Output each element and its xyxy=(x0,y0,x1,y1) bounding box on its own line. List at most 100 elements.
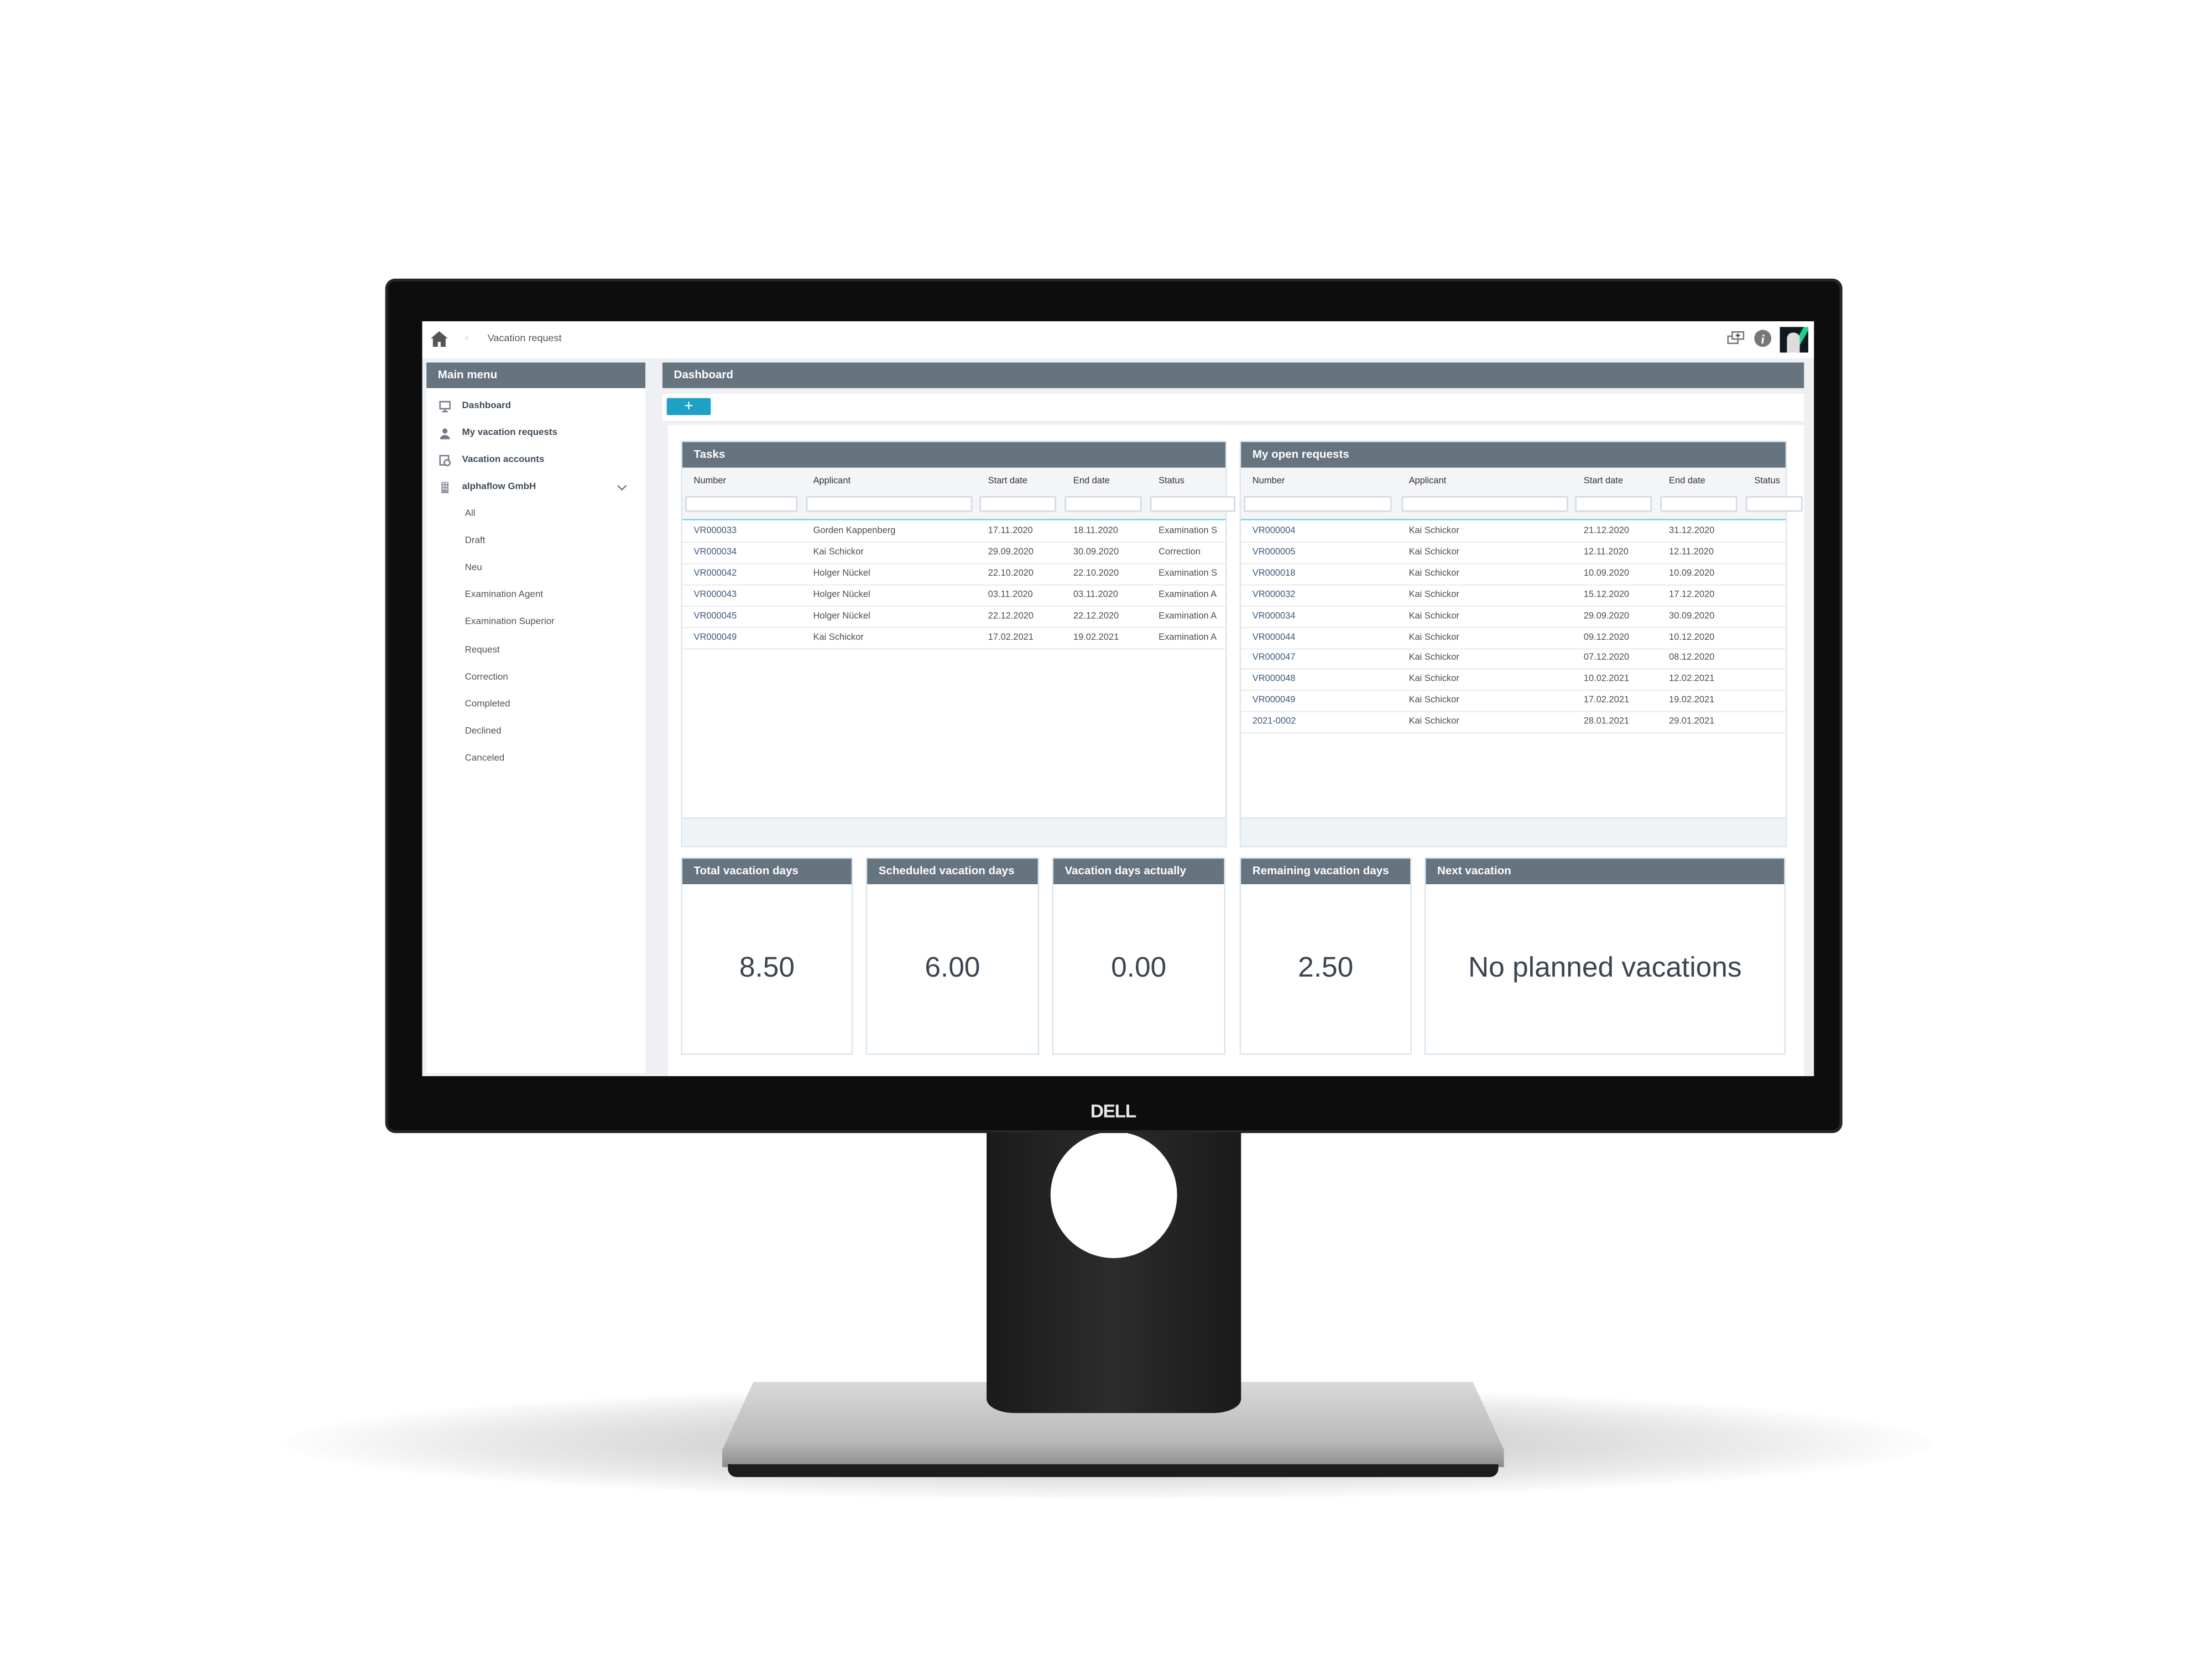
table-cell: Kai Schickor xyxy=(813,547,864,557)
sidebar-title: Main menu xyxy=(426,362,646,388)
column-filter-input[interactable] xyxy=(1065,496,1142,512)
breadcrumb[interactable]: Vacation request xyxy=(488,334,562,344)
table-cell: 22.12.2020 xyxy=(1073,611,1119,621)
column-header[interactable]: Number xyxy=(1253,476,1285,486)
table-row[interactable]: VR000045 Holger Nückel 22.12.2020 22.12.202… xyxy=(682,605,1225,628)
column-header[interactable]: Start date xyxy=(1584,476,1623,486)
table-cell: 10.12.2020 xyxy=(1669,632,1715,642)
column-header-row: Number Applicant Start date End date Status xyxy=(682,467,1235,520)
table-cell: Examination A xyxy=(1159,589,1217,600)
panel-title: Tasks xyxy=(682,442,1225,468)
table-cell: 10.09.2020 xyxy=(1583,568,1630,578)
table-cell: 12.02.2021 xyxy=(1669,674,1715,685)
sidebar-subitem-examination-superior[interactable]: Examination Superior xyxy=(426,612,645,634)
column-filter-input[interactable] xyxy=(1244,496,1392,512)
info-icon[interactable]: i xyxy=(1754,330,1772,347)
sidebar-item-label: Correction xyxy=(465,671,508,682)
table-cell: Kai Schickor xyxy=(1408,526,1459,536)
table-row[interactable]: VR000049 Kai Schickor 17.02.2021 19.02.2021… xyxy=(682,626,1225,649)
kpi-value: No planned vacations xyxy=(1468,952,1742,984)
column-filter-input[interactable] xyxy=(806,496,973,512)
chevron-left-icon[interactable]: ‹ xyxy=(465,331,469,344)
sidebar-item-label: Neu xyxy=(465,563,482,573)
table-cell: Kai Schickor xyxy=(1408,611,1459,621)
column-header[interactable]: Applicant xyxy=(813,476,851,486)
column-filter-input[interactable] xyxy=(1745,496,1803,512)
stand-cable-hole xyxy=(1050,1131,1177,1259)
table-cell: 17.11.2020 xyxy=(988,526,1033,536)
table-row[interactable]: VR000048 Kai Schickor 10.02.2021 12.02.2021 xyxy=(1241,669,1786,692)
table-row[interactable]: VR000032 Kai Schickor 15.12.2020 17.12.2020 xyxy=(1241,584,1786,607)
table-row[interactable]: VR000034 Kai Schickor 29.09.2020 30.09.2020… xyxy=(682,541,1225,565)
main-area: Dashboard + Tasks Number Applicant Start da… xyxy=(662,362,1804,1077)
sidebar-subitem-canceled[interactable]: Canceled xyxy=(426,748,645,770)
table-cell: 12.11.2020 xyxy=(1583,547,1629,557)
table-row[interactable]: VR000047 Kai Schickor 07.12.2020 08.12.2020 xyxy=(1241,648,1786,670)
user-avatar[interactable] xyxy=(1780,327,1808,353)
kpi-value: 2.50 xyxy=(1298,952,1354,984)
table-cell: VR000034 xyxy=(693,547,737,557)
sidebar-item-label: My vacation requests xyxy=(462,427,557,438)
column-filter-input[interactable] xyxy=(1575,496,1652,512)
table-cell: VR000044 xyxy=(1252,632,1296,642)
table-cell: VR000005 xyxy=(1252,547,1296,557)
table-cell: VR000048 xyxy=(1252,674,1296,685)
table-cell: Kai Schickor xyxy=(1408,568,1459,578)
table-cell: Holger Nückel xyxy=(813,568,870,578)
home-icon[interactable] xyxy=(430,331,448,347)
column-filter-input[interactable] xyxy=(1401,496,1568,512)
table-footer xyxy=(682,817,1225,846)
sidebar-item-vacation-accounts[interactable]: Vacation accounts xyxy=(426,449,645,472)
table-row[interactable]: VR000043 Holger Nückel 03.11.2020 03.11.202… xyxy=(682,584,1225,607)
table-cell: 17.02.2021 xyxy=(1583,695,1630,706)
column-filter-input[interactable] xyxy=(1150,496,1235,512)
sidebar-item-label: Canceled xyxy=(465,753,505,764)
table-cell: 03.11.2020 xyxy=(988,589,1033,600)
sidebar-subitem-request[interactable]: Request xyxy=(426,639,645,662)
monitor-icon xyxy=(439,400,451,413)
sidebar-item-my-vacation-requests[interactable]: My vacation requests xyxy=(426,422,645,445)
table-row[interactable]: VR000005 Kai Schickor 12.11.2020 12.11.2020 xyxy=(1241,541,1786,565)
table-cell: Correction xyxy=(1159,547,1201,557)
column-header[interactable]: End date xyxy=(1669,476,1705,486)
kpi-card-next-vacation: Next vacation No planned vacations xyxy=(1424,857,1786,1055)
column-header[interactable]: Start date xyxy=(988,476,1027,486)
column-header[interactable]: Applicant xyxy=(1409,476,1447,486)
sidebar-item-label: Request xyxy=(465,644,500,655)
table-row[interactable]: VR000034 Kai Schickor 29.09.2020 30.09.2020 xyxy=(1241,605,1786,628)
sidebar-subitem-all[interactable]: All xyxy=(426,503,645,526)
sidebar-subitem-draft[interactable]: Draft xyxy=(426,530,645,553)
sidebar-item-label: Examination Agent xyxy=(465,590,543,601)
new-window-icon[interactable] xyxy=(1727,331,1745,346)
sidebar-item-dashboard[interactable]: Dashboard xyxy=(426,395,645,418)
chevron-down-icon[interactable] xyxy=(617,484,627,492)
column-header[interactable]: Status xyxy=(1159,476,1185,486)
sidebar-subitem-completed[interactable]: Completed xyxy=(426,693,645,716)
table-row[interactable]: VR000042 Holger Nückel 22.10.2020 22.10.202… xyxy=(682,562,1225,586)
column-header[interactable]: Number xyxy=(694,476,726,486)
table-row[interactable]: VR000033 Gorden Kappenberg 17.11.2020 18.11… xyxy=(682,520,1225,544)
kpi-value: 6.00 xyxy=(925,952,980,984)
column-filter-input[interactable] xyxy=(1660,496,1738,512)
table-row[interactable]: 2021-0002 Kai Schickor 28.01.2021 29.01.202… xyxy=(1241,711,1786,734)
panel-title: My open requests xyxy=(1241,442,1786,468)
column-header[interactable]: End date xyxy=(1073,476,1110,486)
sidebar-subitem-examination-agent[interactable]: Examination Agent xyxy=(426,585,645,607)
svg-text:i: i xyxy=(1761,332,1765,347)
table-row[interactable]: VR000044 Kai Schickor 09.12.2020 10.12.2020 xyxy=(1241,626,1786,649)
sidebar-item-alphaflow-gmbh[interactable]: alphaflow GmbH xyxy=(426,476,645,499)
add-request-button[interactable]: + xyxy=(666,398,711,415)
column-header[interactable]: Status xyxy=(1754,476,1780,486)
table-cell: Holger Nückel xyxy=(813,589,870,600)
column-filter-input[interactable] xyxy=(685,496,798,512)
table-cell: VR000042 xyxy=(693,568,737,578)
sidebar-subitem-neu[interactable]: Neu xyxy=(426,557,645,580)
table-row[interactable]: VR000049 Kai Schickor 17.02.2021 19.02.2021 xyxy=(1241,690,1786,713)
sidebar-subitem-correction[interactable]: Correction xyxy=(426,666,645,689)
table-row[interactable]: VR000018 Kai Schickor 10.09.2020 10.09.2020 xyxy=(1241,562,1786,586)
column-filter-input[interactable] xyxy=(979,496,1057,512)
sidebar-subitem-declined[interactable]: Declined xyxy=(426,721,645,743)
table-cell: 30.09.2020 xyxy=(1073,547,1119,557)
table-row[interactable]: VR000004 Kai Schickor 21.12.2020 31.12.2020 xyxy=(1241,520,1786,544)
table-cell: 19.02.2021 xyxy=(1669,695,1715,706)
